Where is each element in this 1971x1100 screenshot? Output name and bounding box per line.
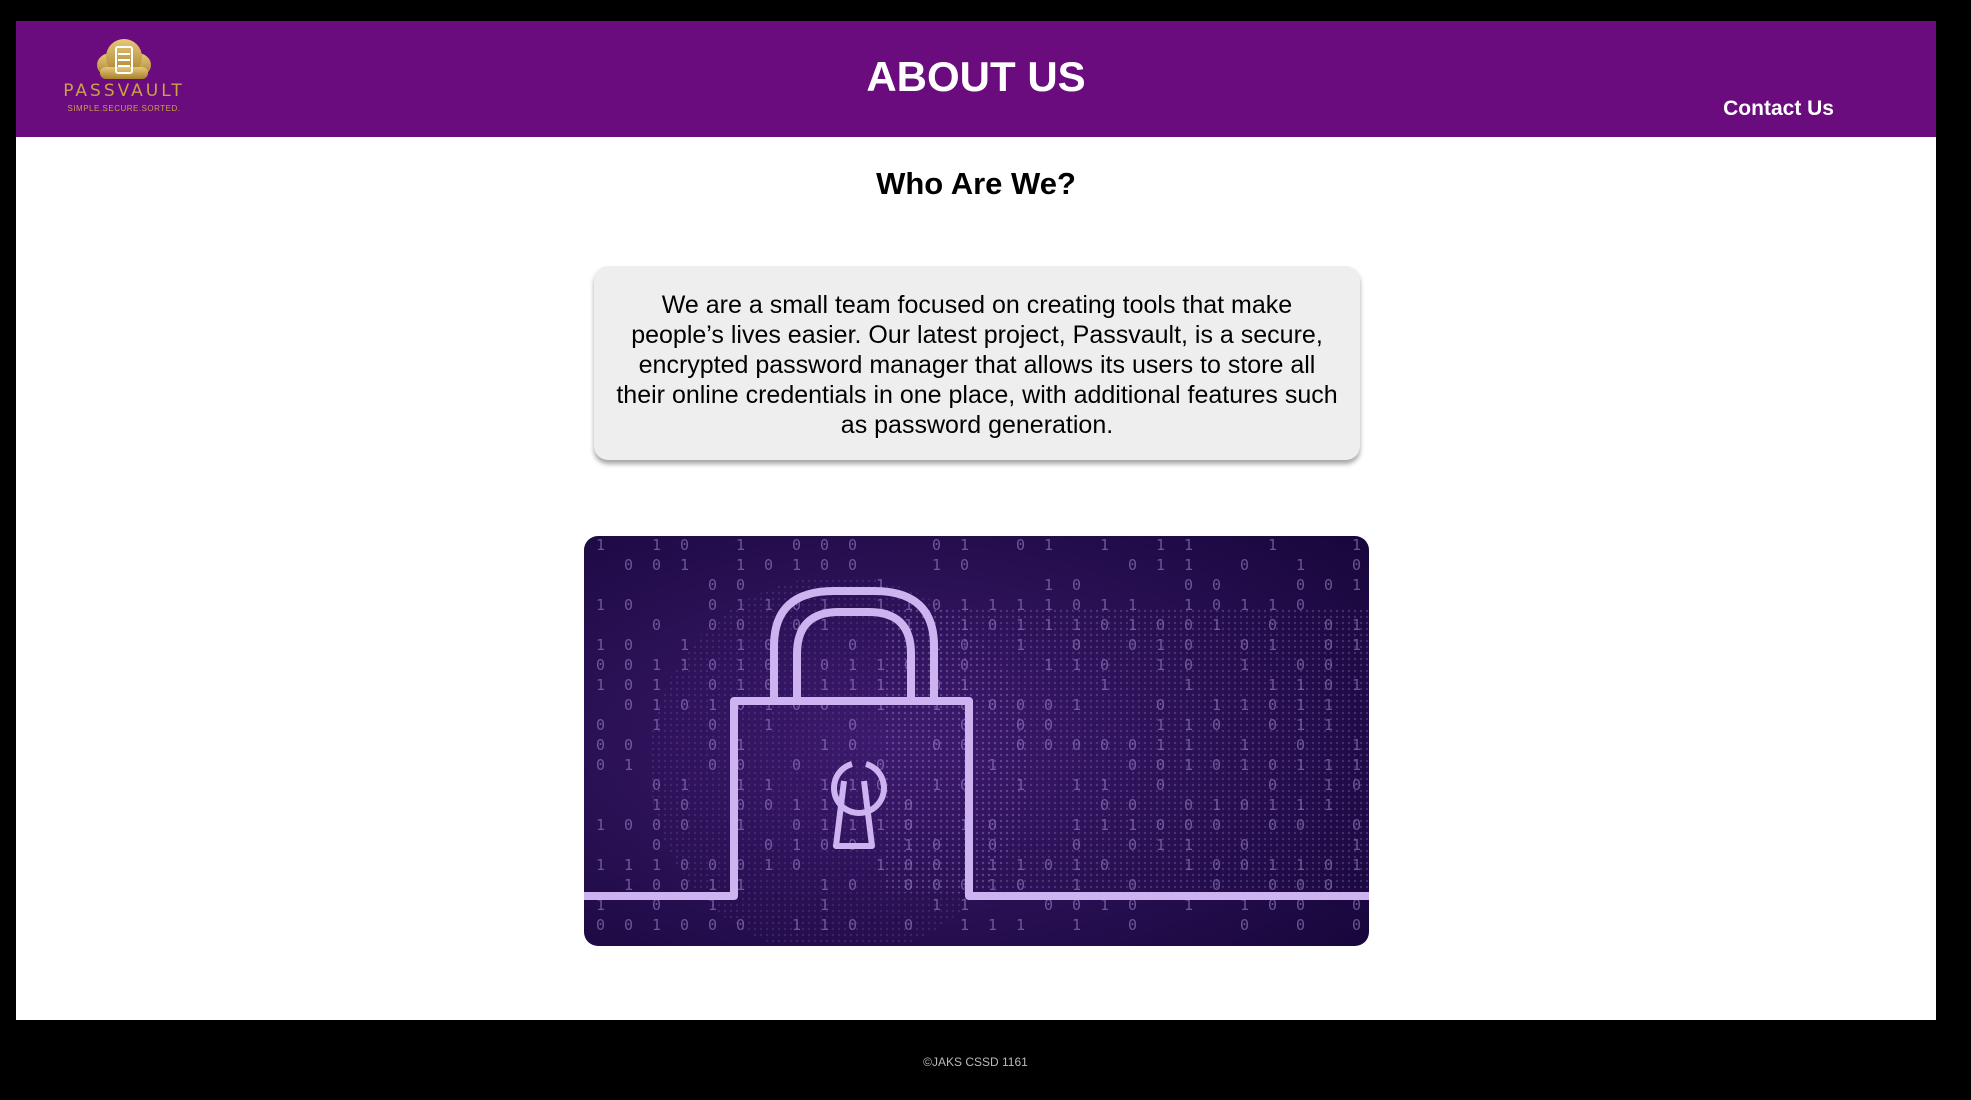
svg-text:0: 0 bbox=[848, 556, 857, 574]
about-text-card: We are a small team focused on creating … bbox=[594, 266, 1360, 460]
svg-text:1: 1 bbox=[1352, 536, 1361, 554]
svg-text:1: 1 bbox=[1268, 536, 1277, 554]
site-header: PASSVAULT SIMPLE.SECURE.SORTED. ABOUT US… bbox=[16, 21, 1936, 137]
svg-text:0: 0 bbox=[1324, 576, 1333, 594]
hero-image: 1 1 1 0 1 0 0 0 1 1 1 0 0 0 0 0 0 0 0 1 0 1 1 0 1 0 0 1 1 1 1 0 1 0 0 1 0 0 1 0… bbox=[584, 536, 1369, 946]
svg-text:1: 1 bbox=[596, 596, 605, 614]
svg-text:0: 0 bbox=[1212, 576, 1221, 594]
svg-text:0: 0 bbox=[652, 836, 661, 854]
svg-text:1: 1 bbox=[736, 536, 745, 554]
footer-copyright: ©JAKS CSSD 1161 bbox=[923, 1055, 1028, 1069]
svg-text:1: 1 bbox=[1296, 556, 1305, 574]
svg-text:0: 0 bbox=[820, 556, 829, 574]
section-heading: Who Are We? bbox=[876, 166, 1076, 201]
svg-text:0: 0 bbox=[792, 536, 801, 554]
svg-text:1: 1 bbox=[1352, 576, 1361, 594]
svg-text:0: 0 bbox=[652, 556, 661, 574]
svg-text:0: 0 bbox=[1128, 556, 1137, 574]
svg-text:0: 0 bbox=[1128, 916, 1137, 934]
svg-text:1: 1 bbox=[1156, 556, 1165, 574]
svg-text:0: 0 bbox=[652, 876, 661, 894]
svg-text:1: 1 bbox=[652, 916, 661, 934]
svg-text:0: 0 bbox=[596, 656, 605, 674]
svg-text:1: 1 bbox=[960, 536, 969, 554]
svg-text:0: 0 bbox=[624, 556, 633, 574]
svg-text:0: 0 bbox=[736, 576, 745, 594]
svg-text:0: 0 bbox=[1296, 576, 1305, 594]
svg-text:1: 1 bbox=[652, 536, 661, 554]
svg-text:1: 1 bbox=[736, 556, 745, 574]
svg-text:0: 0 bbox=[680, 916, 689, 934]
svg-text:0: 0 bbox=[708, 916, 717, 934]
svg-text:1: 1 bbox=[596, 536, 605, 554]
svg-text:0: 0 bbox=[624, 596, 633, 614]
svg-text:0: 0 bbox=[624, 696, 633, 714]
svg-text:1: 1 bbox=[1044, 536, 1053, 554]
svg-text:0: 0 bbox=[820, 536, 829, 554]
svg-text:0: 0 bbox=[596, 736, 605, 754]
svg-text:0: 0 bbox=[596, 756, 605, 774]
svg-text:0: 0 bbox=[1240, 916, 1249, 934]
svg-text:1: 1 bbox=[1156, 536, 1165, 554]
svg-text:0: 0 bbox=[1072, 576, 1081, 594]
svg-text:1: 1 bbox=[1184, 536, 1193, 554]
svg-text:0: 0 bbox=[624, 636, 633, 654]
svg-text:0: 0 bbox=[624, 676, 633, 694]
svg-text:0: 0 bbox=[1352, 556, 1361, 574]
svg-text:0: 0 bbox=[680, 536, 689, 554]
svg-text:1: 1 bbox=[988, 916, 997, 934]
svg-text:1: 1 bbox=[1044, 576, 1053, 594]
svg-text:1: 1 bbox=[624, 876, 633, 894]
about-text: We are a small team focused on creating … bbox=[616, 291, 1338, 439]
svg-text:0: 0 bbox=[624, 816, 633, 834]
svg-text:1: 1 bbox=[1100, 536, 1109, 554]
svg-text:1: 1 bbox=[1184, 556, 1193, 574]
svg-text:1: 1 bbox=[652, 856, 661, 874]
svg-text:1: 1 bbox=[596, 636, 605, 654]
padlock-binary-icon: 1 1 1 0 1 0 0 0 1 1 1 0 0 0 0 0 0 0 0 1 0 1 1 0 1 0 0 1 1 1 1 0 1 0 0 1 0 0 1 0… bbox=[584, 536, 1369, 946]
page-frame: PASSVAULT SIMPLE.SECURE.SORTED. ABOUT US… bbox=[16, 21, 1936, 1020]
svg-text:1: 1 bbox=[596, 676, 605, 694]
svg-text:0: 0 bbox=[1016, 536, 1025, 554]
svg-text:1: 1 bbox=[680, 556, 689, 574]
svg-text:0: 0 bbox=[624, 916, 633, 934]
svg-text:1: 1 bbox=[624, 756, 633, 774]
svg-text:1: 1 bbox=[596, 856, 605, 874]
svg-text:1: 1 bbox=[652, 656, 661, 674]
svg-text:0: 0 bbox=[932, 536, 941, 554]
svg-text:0: 0 bbox=[596, 716, 605, 734]
svg-text:0: 0 bbox=[848, 536, 857, 554]
svg-text:1: 1 bbox=[960, 916, 969, 934]
logo-tagline: SIMPLE.SECURE.SORTED. bbox=[67, 104, 181, 113]
svg-text:0: 0 bbox=[624, 736, 633, 754]
svg-text:0: 0 bbox=[708, 576, 717, 594]
svg-text:0: 0 bbox=[652, 616, 661, 634]
page-title: ABOUT US bbox=[866, 53, 1086, 100]
svg-text:0: 0 bbox=[596, 916, 605, 934]
svg-text:0: 0 bbox=[624, 656, 633, 674]
svg-text:0: 0 bbox=[1296, 916, 1305, 934]
contact-us-link[interactable]: Contact Us bbox=[1723, 97, 1834, 121]
svg-text:0: 0 bbox=[1352, 916, 1361, 934]
svg-text:0: 0 bbox=[960, 556, 969, 574]
svg-text:1: 1 bbox=[792, 556, 801, 574]
svg-text:0: 0 bbox=[764, 556, 773, 574]
svg-text:1: 1 bbox=[652, 676, 661, 694]
svg-text:1: 1 bbox=[932, 556, 941, 574]
svg-text:1: 1 bbox=[624, 856, 633, 874]
svg-text:0: 0 bbox=[1184, 576, 1193, 594]
svg-text:0: 0 bbox=[708, 596, 717, 614]
svg-text:1: 1 bbox=[1072, 916, 1081, 934]
svg-text:1: 1 bbox=[596, 816, 605, 834]
svg-text:0: 0 bbox=[1240, 556, 1249, 574]
svg-text:1: 1 bbox=[1016, 916, 1025, 934]
